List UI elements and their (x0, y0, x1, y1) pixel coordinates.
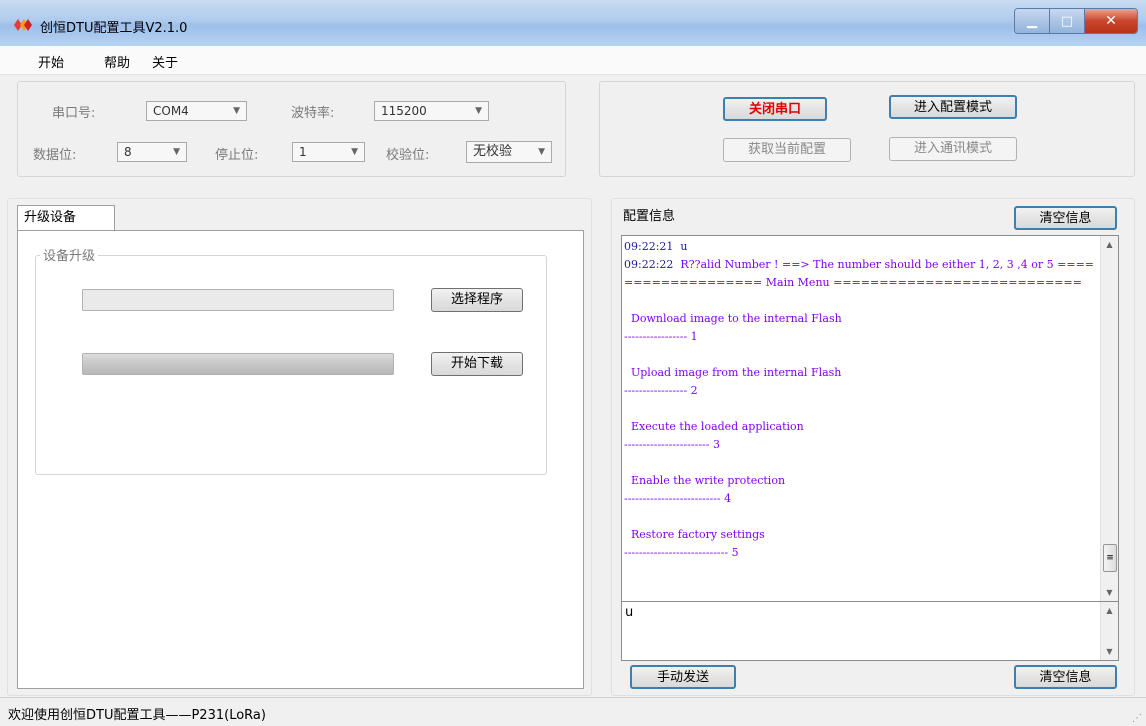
maximize-button[interactable]: □ (1050, 9, 1085, 33)
menu-help[interactable]: 帮助 (104, 52, 130, 71)
log-line (624, 508, 1100, 526)
diamond-logo-icon (14, 19, 32, 31)
tab-upgrade-device[interactable]: 升级设备 (17, 205, 115, 231)
grip-icon[interactable]: ≡ (1103, 544, 1117, 572)
log-message (624, 348, 628, 361)
download-progress-bar (82, 353, 394, 375)
log-message: R??alid Number ! ==> The number should b… (624, 258, 1095, 289)
stopbits-value: 1 (299, 145, 307, 159)
start-download-button[interactable]: 开始下载 (431, 352, 523, 376)
upgrade-tab-panel: 设备升级 选择程序 开始下载 (17, 230, 584, 689)
resize-grip-icon[interactable]: ⋰ (1132, 713, 1142, 724)
status-text: 欢迎使用创恒DTU配置工具——P231(LoRa) (8, 708, 266, 723)
parity-label: 校验位: (386, 148, 430, 163)
log-message (624, 510, 628, 523)
minimize-button[interactable]: ▁ (1015, 9, 1050, 33)
databits-label: 数据位: (33, 148, 77, 163)
log-line (624, 292, 1100, 310)
scroll-up-icon[interactable]: ▲ (1101, 602, 1118, 619)
clear-info-bottom-button[interactable]: 清空信息 (1014, 665, 1117, 689)
scroll-up-icon[interactable]: ▲ (1101, 236, 1118, 253)
parity-select[interactable]: 无校验 ▼ (466, 141, 552, 163)
close-port-button[interactable]: 关闭串口 (723, 97, 827, 121)
status-bar: 欢迎使用创恒DTU配置工具——P231(LoRa) ⋰ (0, 697, 1146, 726)
clear-info-top-button[interactable]: 清空信息 (1014, 206, 1117, 230)
log-line: Upload image from the internal Flash (624, 364, 1100, 382)
port-select[interactable]: COM4 ▼ (146, 101, 247, 121)
chevron-down-icon: ▼ (475, 106, 482, 116)
stopbits-select[interactable]: 1 ▼ (292, 142, 365, 162)
window-title: 创恒DTU配置工具V2.1.0 (40, 21, 188, 36)
manual-send-button[interactable]: 手动发送 (630, 665, 736, 689)
log-line: ----------------- 2 (624, 382, 1100, 400)
log-message: ----------------------- 3 (624, 438, 720, 451)
log-line: Download image to the internal Flash (624, 310, 1100, 328)
log-line (624, 346, 1100, 364)
log-line: Restore factory settings (624, 526, 1100, 544)
menu-bar: 开始 帮助 关于 (0, 46, 1146, 75)
send-input[interactable]: u ▲ ▼ (621, 601, 1119, 661)
log-line: Enable the write protection (624, 472, 1100, 490)
device-upgrade-label: 设备升级 (40, 245, 99, 264)
send-input-value: u (625, 605, 634, 620)
scroll-down-icon[interactable]: ▼ (1101, 584, 1118, 601)
scroll-down-icon[interactable]: ▼ (1101, 643, 1118, 660)
log-message: ---------------------------- 5 (624, 546, 739, 559)
enter-config-button[interactable]: 进入配置模式 (889, 95, 1017, 119)
file-path-bar (82, 289, 394, 311)
log-message (624, 402, 628, 415)
enter-comm-button[interactable]: 进入通讯模式 (889, 137, 1017, 161)
window-controls: ▁ □ ✕ (1014, 8, 1138, 34)
databits-select[interactable]: 8 ▼ (117, 142, 187, 162)
log-message: ----------------- 2 (624, 384, 698, 397)
title-bar[interactable]: 创恒DTU配置工具V2.1.0 ▁ □ ✕ (0, 0, 1146, 47)
chevron-down-icon: ▼ (233, 106, 240, 116)
log-message: Upload image from the internal Flash (624, 366, 842, 379)
log-timestamp: 09:22:22 (624, 258, 681, 271)
port-value: COM4 (153, 104, 189, 118)
log-message: Enable the write protection (624, 474, 786, 487)
port-label: 串口号: (52, 106, 96, 121)
log-line: ----------------- 1 (624, 328, 1100, 346)
log-message (624, 294, 628, 307)
close-button[interactable]: ✕ (1085, 9, 1137, 33)
log-line: ---------------------------- 5 (624, 544, 1100, 562)
log-message: Download image to the internal Flash (624, 312, 842, 325)
log-line: ----------------------- 3 (624, 436, 1100, 454)
send-scrollbar[interactable]: ▲ ▼ (1100, 602, 1118, 660)
databits-value: 8 (124, 145, 132, 159)
baud-select[interactable]: 115200 ▼ (374, 101, 489, 121)
select-program-button[interactable]: 选择程序 (431, 288, 523, 312)
log-line (624, 400, 1100, 418)
parity-value: 无校验 (473, 144, 513, 159)
log-line: 09:22:21 u (624, 238, 1100, 256)
menu-start[interactable]: 开始 (38, 52, 64, 71)
chevron-down-icon: ▼ (351, 147, 358, 157)
stopbits-label: 停止位: (215, 148, 259, 163)
menu-about[interactable]: 关于 (152, 52, 178, 71)
log-message: ----------------- 1 (624, 330, 698, 343)
actions-group (599, 81, 1135, 177)
log-message: -------------------------- 4 (624, 492, 732, 505)
chevron-down-icon: ▼ (538, 147, 545, 157)
log-text: 09:22:21 u 09:22:22 R??alid Number ! ==> … (622, 236, 1118, 562)
chevron-down-icon: ▼ (173, 147, 180, 157)
log-message: Execute the loaded application (624, 420, 804, 433)
baud-value: 115200 (381, 104, 427, 118)
log-line: Execute the loaded application (624, 418, 1100, 436)
log-line: 09:22:22 R??alid Number ! ==> The number… (624, 256, 1100, 292)
log-line: -------------------------- 4 (624, 490, 1100, 508)
baud-label: 波特率: (291, 106, 335, 121)
log-line (624, 454, 1100, 472)
log-scrollbar[interactable]: ▲ ≡ ▼ (1100, 236, 1118, 601)
log-message: u (680, 240, 688, 253)
config-info-label: 配置信息 (623, 209, 676, 224)
log-output[interactable]: 09:22:21 u 09:22:22 R??alid Number ! ==> … (621, 235, 1119, 602)
log-message: Restore factory settings (624, 528, 765, 541)
get-config-button[interactable]: 获取当前配置 (723, 138, 851, 162)
log-timestamp: 09:22:21 (624, 240, 681, 253)
log-message (624, 456, 628, 469)
